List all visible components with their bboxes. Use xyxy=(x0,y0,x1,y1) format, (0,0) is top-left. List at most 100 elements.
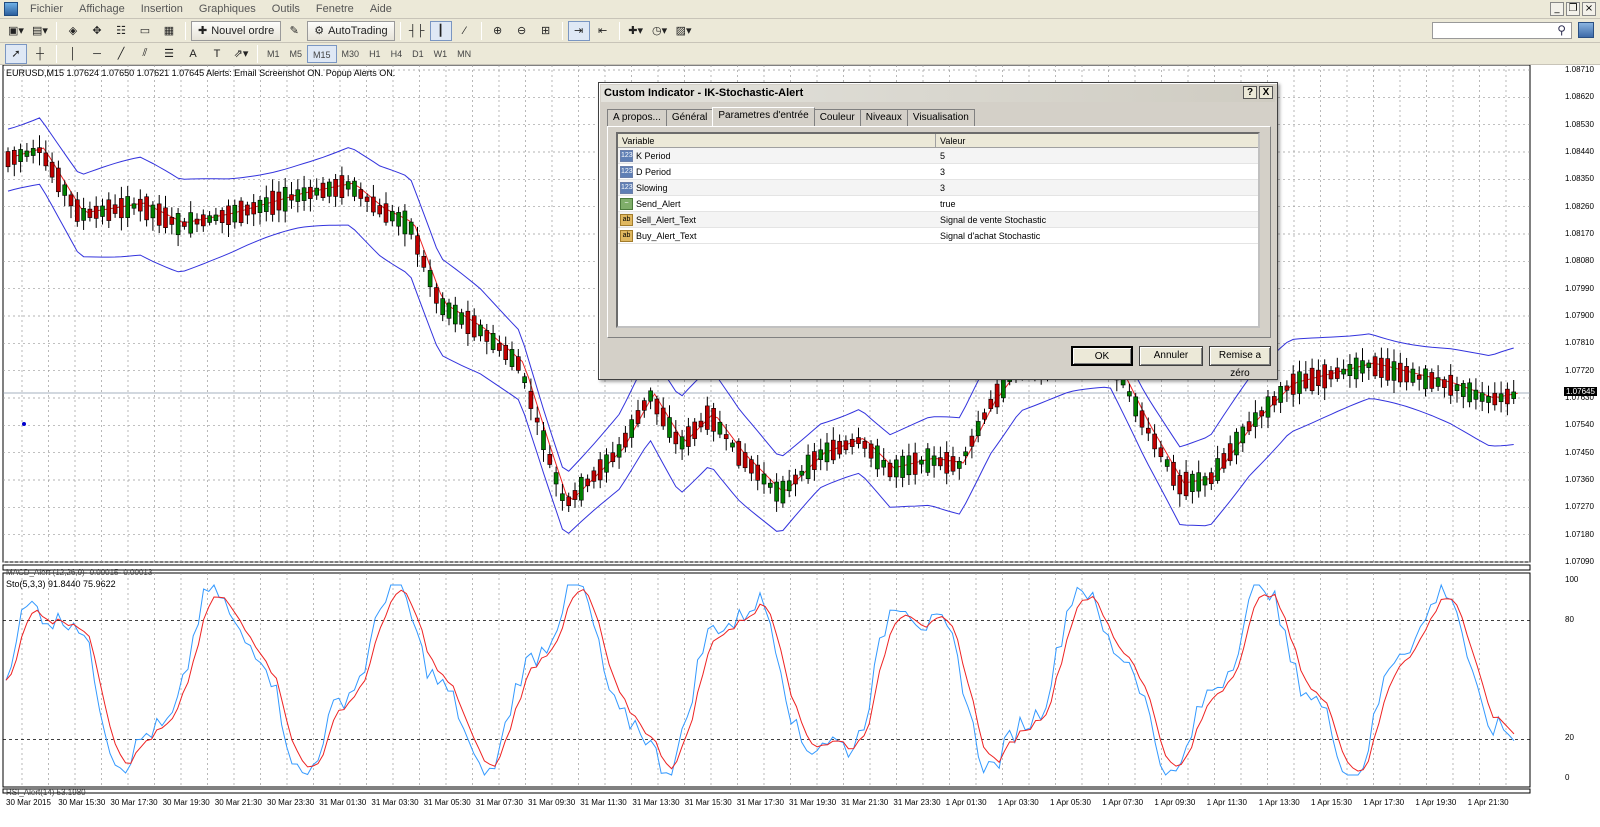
tab-colors[interactable]: Couleur xyxy=(813,109,861,126)
candle-body xyxy=(1505,388,1510,405)
menu-fenetre[interactable]: Fenetre xyxy=(308,0,362,19)
candle-body xyxy=(547,454,553,465)
candle-body xyxy=(314,187,320,196)
new-order-button[interactable]: ✚ Nouvel ordre xyxy=(191,20,282,41)
data-window-icon[interactable]: ✥ xyxy=(86,21,108,41)
timeframe-h1[interactable]: H1 xyxy=(364,45,386,63)
search-icon[interactable]: ⚲ xyxy=(1557,23,1566,37)
dialog-help-button[interactable]: ? xyxy=(1243,86,1257,99)
param-value[interactable]: true xyxy=(936,196,1258,211)
candle-body xyxy=(182,221,187,227)
timeframe-d1[interactable]: D1 xyxy=(407,45,429,63)
table-row[interactable]: ~ Send_Alert true xyxy=(618,196,1258,212)
timeframe-m30[interactable]: M30 xyxy=(337,45,365,63)
menu-aide[interactable]: Aide xyxy=(362,0,400,19)
time-tick-label: 1 Apr 19:30 xyxy=(1415,798,1457,807)
table-row[interactable]: ab Buy_Alert_Text Signal d'achat Stochast… xyxy=(618,228,1258,244)
timeframe-m1[interactable]: M1 xyxy=(262,45,285,63)
param-value[interactable]: Signal d'achat Stochastic xyxy=(936,228,1258,243)
navigator-icon[interactable]: ☷ xyxy=(110,21,132,41)
tile-windows-icon[interactable]: ⊞ xyxy=(535,21,557,41)
horizontal-line-icon[interactable]: ─ xyxy=(86,44,108,64)
market-watch-icon[interactable]: ◈ xyxy=(62,21,84,41)
tab-general[interactable]: Général xyxy=(665,109,714,126)
templates-icon[interactable]: ▨▾ xyxy=(673,21,695,41)
menu-outils[interactable]: Outils xyxy=(264,0,308,19)
candle-body xyxy=(1416,374,1422,380)
candle-body xyxy=(156,203,162,226)
strategy-tester-icon[interactable]: ▦ xyxy=(158,21,180,41)
terminal-icon[interactable]: ▭ xyxy=(134,21,156,41)
tab-levels[interactable]: Niveaux xyxy=(859,109,908,126)
dialog-tabs: A propos... Général Parametres d'entrée … xyxy=(607,107,975,126)
candle-body xyxy=(282,187,288,212)
candlestick-icon[interactable]: ┃ xyxy=(429,20,452,41)
bar-chart-icon[interactable]: ┤├ xyxy=(406,21,428,41)
ok-button[interactable]: OK xyxy=(1071,346,1133,366)
periods-icon[interactable]: ◷▾ xyxy=(649,21,671,41)
timeframe-h4[interactable]: H4 xyxy=(386,45,408,63)
zoom-out-icon[interactable]: ⊖ xyxy=(511,21,533,41)
candle-body xyxy=(440,298,446,316)
fibonacci-icon[interactable]: ☰ xyxy=(158,44,180,64)
tab-about[interactable]: A propos... xyxy=(607,109,667,126)
text-label-icon[interactable]: T xyxy=(206,44,228,64)
param-value[interactable]: 5 xyxy=(936,148,1258,163)
minimize-icon[interactable]: _ xyxy=(1550,2,1564,16)
dialog-close-button[interactable]: X xyxy=(1259,86,1273,99)
param-value[interactable]: Signal de vente Stochastic xyxy=(936,212,1258,227)
table-row[interactable]: 123 K Period 5 xyxy=(618,148,1258,164)
price-tick-label: 1.07090 xyxy=(1565,557,1594,566)
metaeditor-icon[interactable]: ✎ xyxy=(283,21,305,41)
menu-graphiques[interactable]: Graphiques xyxy=(191,0,264,19)
time-tick-label: 1 Apr 11:30 xyxy=(1206,798,1247,807)
cursor-icon[interactable]: ➚ xyxy=(5,43,27,64)
zoom-in-icon[interactable]: ⊕ xyxy=(487,21,509,41)
parameters-table[interactable]: Variable Valeur 123 K Period 5 123 D Perio… xyxy=(616,132,1260,328)
autotrading-button[interactable]: ⚙ AutoTrading xyxy=(307,20,395,41)
candle-body xyxy=(201,214,206,227)
tab-input-parameters[interactable]: Parametres d'entrée xyxy=(712,107,815,126)
restore-icon[interactable]: ❐ xyxy=(1566,2,1580,16)
candle-body xyxy=(276,191,282,211)
cancel-button[interactable]: Annuler xyxy=(1139,346,1203,366)
menu-fichier[interactable]: Fichier xyxy=(22,0,71,19)
candle-body xyxy=(673,431,679,445)
candle-body xyxy=(912,452,918,475)
candle-body xyxy=(1290,373,1296,395)
help-icon[interactable] xyxy=(1578,22,1594,38)
autoscroll-icon[interactable]: ⇥ xyxy=(567,20,590,41)
vertical-line-icon[interactable]: │ xyxy=(62,44,84,64)
text-icon[interactable]: A xyxy=(182,44,204,64)
line-chart-icon[interactable]: ⁄ xyxy=(454,21,476,41)
custom-indicator-dialog: Custom Indicator - IK-Stochastic-Alert ?… xyxy=(598,82,1278,380)
param-value[interactable]: 3 xyxy=(936,180,1258,195)
timeframe-m15[interactable]: M15 xyxy=(307,44,337,63)
candle-body xyxy=(1335,367,1340,379)
table-row[interactable]: 123 D Period 3 xyxy=(618,164,1258,180)
trendline-icon[interactable]: ╱ xyxy=(110,44,132,64)
timeframe-w1[interactable]: W1 xyxy=(429,45,453,63)
close-window-icon[interactable]: × xyxy=(1582,2,1596,16)
arrows-icon[interactable]: ⇗▾ xyxy=(230,44,252,64)
search-input[interactable] xyxy=(1432,22,1572,39)
column-variable[interactable]: Variable xyxy=(618,134,936,147)
tab-visualization[interactable]: Visualisation xyxy=(906,109,975,126)
crosshair-icon[interactable]: ┼ xyxy=(29,44,51,64)
column-value[interactable]: Valeur xyxy=(936,134,1258,147)
reset-button[interactable]: Remise a zéro xyxy=(1209,346,1271,379)
timeframe-mn[interactable]: MN xyxy=(452,45,476,63)
candle-body xyxy=(1347,364,1353,376)
param-value[interactable]: 3 xyxy=(936,164,1258,179)
menu-insertion[interactable]: Insertion xyxy=(133,0,191,19)
new-chart-icon[interactable]: ▣▾ xyxy=(5,21,27,41)
equidistant-channel-icon[interactable]: ⫽ xyxy=(134,44,156,64)
candle-body xyxy=(956,460,962,469)
menu-affichage[interactable]: Affichage xyxy=(71,0,133,19)
profiles-icon[interactable]: ▤▾ xyxy=(29,21,51,41)
chart-shift-icon[interactable]: ⇤ xyxy=(592,21,614,41)
timeframe-m5[interactable]: M5 xyxy=(285,45,308,63)
table-row[interactable]: 123 Slowing 3 xyxy=(618,180,1258,196)
indicators-icon[interactable]: ✚▾ xyxy=(625,21,647,41)
table-row[interactable]: ab Sell_Alert_Text Signal de vente Stocha… xyxy=(618,212,1258,228)
